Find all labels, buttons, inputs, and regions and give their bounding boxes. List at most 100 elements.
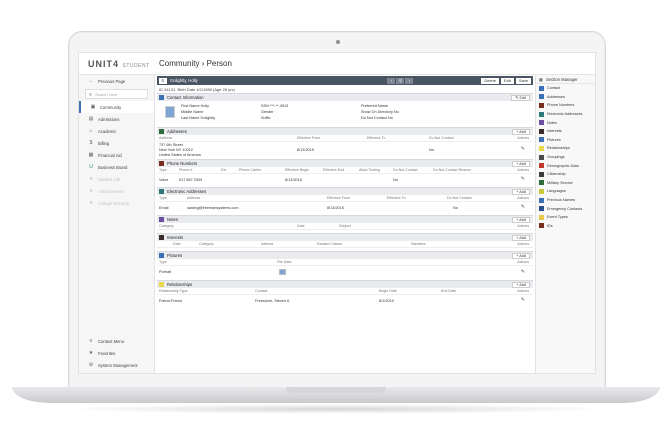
relationships-columns: Relationship Type Contact Begin Date End…	[157, 288, 533, 295]
color-swatch	[539, 223, 544, 229]
context-menu-icon: ≡	[89, 338, 93, 344]
section-manager-item[interactable]: Pictures	[536, 136, 595, 145]
section-manager-item[interactable]: Electronic Addresses	[536, 110, 595, 119]
delete-button[interactable]: Delete	[481, 77, 499, 84]
section-manager-item[interactable]: Notes	[536, 118, 595, 127]
nav-business-board[interactable]: U Business Board	[79, 161, 154, 173]
section-manager-item-label: Emergency Contacts	[547, 206, 583, 211]
section-manager-item-label: Previous Names	[547, 198, 575, 203]
section-manager-item-label: Groupings	[547, 155, 565, 160]
edit-pencil-icon[interactable]: ✎	[521, 146, 525, 152]
record-bar: ≡ Golightly, Holly ‹ ⚲ › Delete Edit Sav…	[157, 76, 533, 85]
section-manager: ▦ Section Manager Contact Addresses Phone N…	[535, 75, 595, 373]
app-screen: UNIT4 STUDENT Community › Person ← Previo…	[78, 52, 596, 374]
nav-community[interactable]: ▣ Community	[79, 101, 154, 113]
edit-pencil-icon[interactable]: ✎	[521, 297, 525, 303]
color-swatch	[539, 154, 544, 160]
section-notes: Notes + Add	[157, 215, 533, 223]
save-button[interactable]: Save	[515, 77, 531, 84]
arrow-left-icon: ←	[88, 78, 94, 84]
section-manager-item[interactable]: Emergency Contacts	[536, 204, 595, 213]
section-manager-item[interactable]: Demographic Data	[536, 161, 595, 170]
table-row[interactable]: Friend-Friend Freestone, Steven A 8/1/20…	[157, 295, 533, 307]
contact-body: First Name Holly Middle Name Last Name G…	[157, 101, 533, 127]
college-records-icon: ○	[89, 200, 93, 206]
color-swatch	[539, 137, 544, 143]
section-manager-item[interactable]: Phone Numbers	[536, 101, 595, 110]
breadcrumb-community[interactable]: Community	[159, 59, 199, 68]
section-manager-item[interactable]: Groupings	[536, 153, 595, 162]
section-manager-item[interactable]: Military Service	[536, 179, 595, 188]
section-manager-item[interactable]: Event Types	[536, 213, 595, 222]
grid-icon: ▦	[539, 76, 543, 82]
prev-record-icon[interactable]: ‹	[387, 77, 396, 84]
nav-admissions[interactable]: ▤ Admissions	[79, 113, 154, 125]
student-life-icon: ○	[89, 176, 93, 182]
section-manager-item[interactable]: Previous Names	[536, 196, 595, 205]
section-relationships: Relationships + Add	[157, 280, 533, 288]
section-manager-item-label: Citizenship	[547, 172, 566, 177]
table-row[interactable]: Voice 517 867 2309 8/13/2015 No ✎	[157, 174, 533, 187]
section-manager-item[interactable]: Citizenship	[536, 170, 595, 179]
section-manager-item-label: Interests	[547, 129, 562, 134]
table-row[interactable]: Email sarahg@freemansystems.com 8/13/201…	[157, 202, 533, 215]
color-swatch	[539, 111, 544, 117]
section-color-swatch	[159, 189, 164, 194]
section-manager-title: ▦ Section Manager	[536, 75, 595, 84]
section-electronic-addresses: Electronic Addresses + Add	[157, 187, 533, 195]
section-manager-item[interactable]: Relationships	[536, 144, 595, 153]
section-manager-item-label: Military Service	[547, 180, 573, 185]
color-swatch	[539, 214, 544, 220]
phones-columns: Type Phone # Ext Phone Carrier Effective…	[157, 167, 533, 174]
section-phone-numbers: Phone Numbers + Add	[157, 159, 533, 167]
record-subline: ID 34131 Birth Date 4/1/1989 (Age 26 yrs…	[159, 86, 235, 92]
nav-system-management[interactable]: ⚙ System Management	[79, 359, 155, 371]
community-icon: ▣	[90, 104, 96, 110]
previous-page-link[interactable]: ← Previous Page	[79, 75, 154, 87]
nav-favorites[interactable]: ★ Favorites	[79, 347, 155, 359]
section-color-swatch	[159, 253, 164, 258]
section-manager-item[interactable]: Contact	[536, 84, 595, 93]
color-swatch	[539, 102, 544, 108]
nav-financial-aid[interactable]: ▦ Financial Aid	[79, 149, 154, 161]
section-color-swatch	[159, 129, 164, 134]
nav-billing[interactable]: $ Billing	[79, 137, 154, 149]
nav-student-life[interactable]: ○ Student Life	[79, 173, 154, 185]
picture-thumbnail[interactable]	[279, 269, 286, 275]
search-record-icon[interactable]: ⚲	[396, 77, 405, 84]
section-manager-item[interactable]: IDs	[536, 222, 595, 231]
next-record-icon[interactable]: ›	[405, 77, 414, 84]
edit-pencil-icon[interactable]: ✎	[521, 176, 525, 182]
nav-context-menu[interactable]: ≡ Context Menu	[79, 335, 155, 347]
section-manager-item-label: Contact	[547, 86, 561, 91]
nav-academic[interactable]: ⌂ Academic	[79, 125, 154, 137]
section-manager-item-label: IDs	[547, 223, 553, 228]
nav-college-records[interactable]: ○ College Records	[79, 197, 154, 209]
record-nav: ‹ ⚲ ›	[387, 77, 414, 84]
section-color-swatch	[159, 235, 164, 240]
section-manager-item[interactable]: Languages	[536, 187, 595, 196]
search-input[interactable]: ⚲ Search Here	[85, 89, 148, 99]
color-swatch	[539, 145, 544, 151]
hamburger-icon[interactable]: ≡	[159, 77, 167, 84]
section-manager-item-label: Languages	[547, 189, 566, 194]
laptop-shadow	[60, 404, 612, 414]
section-manager-item[interactable]: Addresses	[536, 93, 595, 102]
page-title: Community › Person	[159, 59, 232, 68]
electronic-columns: Type Address Effective From Effective To…	[157, 195, 533, 202]
profile-photo	[165, 106, 175, 118]
edit-pencil-icon[interactable]: ✎	[521, 269, 525, 275]
left-nav: ← Previous Page ⚲ Search Here ▣ Community ▤…	[79, 75, 155, 373]
color-swatch	[539, 120, 544, 126]
business-board-icon: U	[89, 164, 93, 170]
table-row[interactable]: Portrait ✎	[157, 266, 533, 280]
color-swatch	[539, 206, 544, 212]
section-manager-list: Contact Addresses Phone Numbers Electronic …	[536, 84, 595, 231]
nav-advancement[interactable]: ○ Advancement	[79, 185, 154, 197]
top-bar: UNIT4 STUDENT Community › Person	[79, 53, 595, 75]
section-manager-item[interactable]: Interests	[536, 127, 595, 136]
edit-pencil-icon[interactable]: ✎	[521, 204, 525, 210]
edit-button[interactable]: Edit	[500, 77, 514, 84]
table-row[interactable]: 737 6th Street New York NY 10012 United …	[157, 142, 533, 159]
section-color-swatch	[159, 217, 164, 222]
